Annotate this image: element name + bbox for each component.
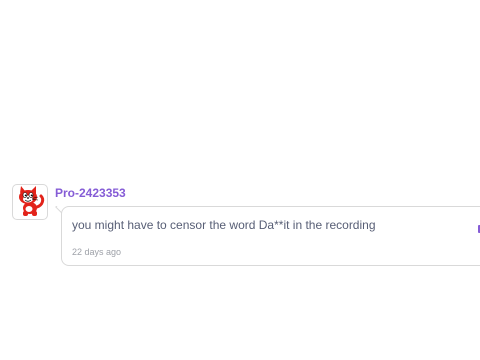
page: Pro-2423353 you might have to censor the… [0, 0, 480, 360]
username-link[interactable]: Pro-2423353 [55, 186, 126, 200]
comment-text: you might have to censor the word Da**it… [72, 218, 376, 232]
avatar[interactable] [12, 184, 48, 220]
comment: Pro-2423353 you might have to censor the… [12, 184, 480, 274]
comment-timestamp: 22 days ago [72, 247, 122, 257]
scratch-cat-icon [19, 186, 45, 216]
comment-bubble: you might have to censor the word Da**it… [61, 206, 480, 266]
